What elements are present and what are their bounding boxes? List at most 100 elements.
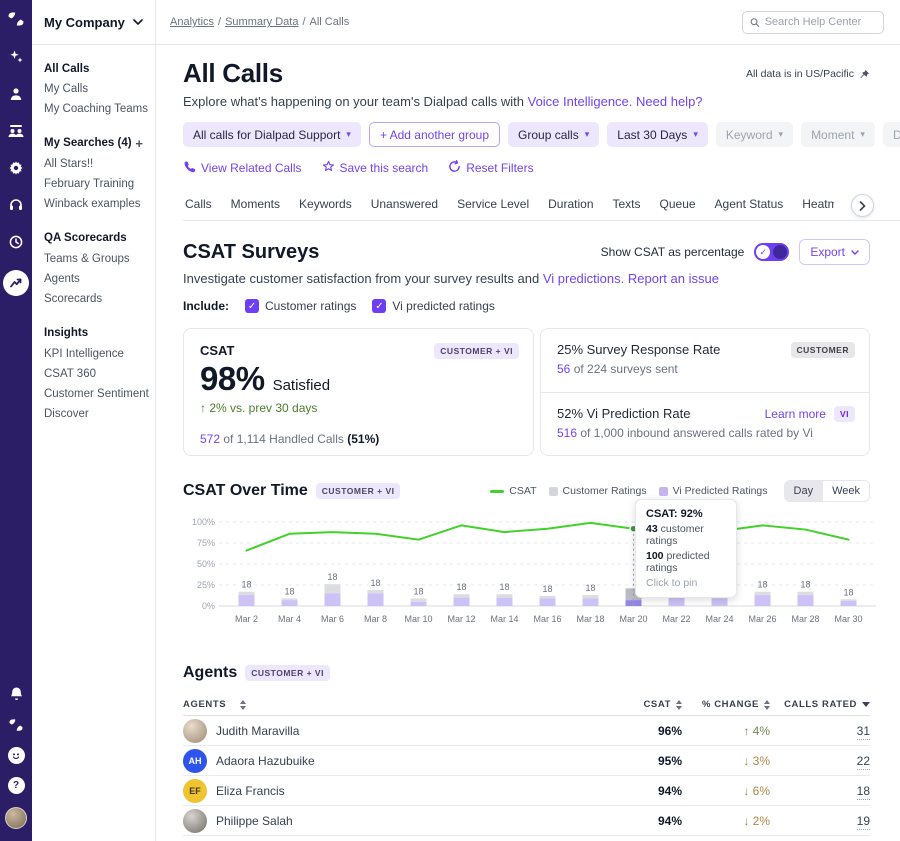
agent-calls-rated-link[interactable]: 31: [857, 724, 870, 740]
customer-vi-badge: CUSTOMER + VI: [434, 343, 519, 359]
company-selector[interactable]: My Company: [32, 0, 155, 45]
vi-predictions-link[interactable]: Vi predictions.: [543, 271, 624, 286]
gear-icon[interactable]: [7, 159, 25, 177]
agents-title: Agents: [183, 664, 237, 682]
svg-text:18: 18: [370, 578, 380, 588]
tab-unanswered[interactable]: Unanswered: [369, 193, 440, 220]
dialpad-logo-icon[interactable]: [7, 10, 25, 28]
csat-percentage-toggle[interactable]: ✓: [754, 243, 789, 261]
chevron-right-icon: [859, 201, 866, 211]
vi-rated-link[interactable]: 516: [557, 426, 577, 440]
person-icon[interactable]: [7, 85, 25, 103]
filter-chip-moment[interactable]: Moment▾: [801, 122, 875, 147]
tab-queue[interactable]: Queue: [658, 193, 698, 220]
analytics-icon[interactable]: [3, 270, 29, 296]
agent-row-philippe-salah[interactable]: Philippe Salah94%↓ 2%19: [183, 806, 870, 836]
need-help-link[interactable]: Need help?: [636, 94, 703, 109]
sidebar-item-my-calls[interactable]: My Calls: [44, 79, 143, 99]
agent-calls-rated-link[interactable]: 19: [857, 814, 870, 830]
surveys-link[interactable]: 56: [557, 362, 570, 376]
chart-canvas[interactable]: 0%25%50%75%100%18Mar 218Mar 418Mar 618Ma…: [177, 508, 882, 642]
breadcrumb-analytics[interactable]: Analytics: [170, 16, 214, 28]
column-header-agents[interactable]: AGENTS: [183, 699, 620, 710]
pin-icon[interactable]: [859, 69, 870, 80]
range-day-button[interactable]: Day: [785, 481, 823, 501]
export-button[interactable]: Export: [799, 239, 870, 265]
agent-row-eliza-francis[interactable]: EFEliza Francis94%↓ 6%18: [183, 776, 870, 806]
sidebar-item-my-coaching-teams[interactable]: My Coaching Teams: [44, 99, 143, 119]
sidebar-item-scorecards[interactable]: Scorecards: [44, 289, 143, 309]
range-week-button[interactable]: Week: [822, 481, 869, 501]
survey-response-rate: 25% Survey Response Rate 56 of 224 surve…: [541, 329, 869, 392]
sidebar-item-winback-examples[interactable]: Winback examples: [44, 194, 143, 214]
checkbox-customer-ratings[interactable]: ✓Customer ratings: [245, 299, 356, 313]
add-search-button[interactable]: +: [135, 133, 143, 154]
sidebar-item-all-calls[interactable]: All Calls: [44, 59, 143, 79]
filter-chip-keyword[interactable]: Keyword▾: [716, 122, 793, 147]
app-rail: ?: [0, 0, 32, 841]
headset-icon[interactable]: [7, 196, 25, 214]
filter-chip-group-calls[interactable]: Group calls▾: [508, 122, 599, 147]
tab-moments[interactable]: Moments: [229, 193, 282, 220]
sidebar-item-csat-360[interactable]: CSAT 360: [44, 364, 143, 384]
sidebar-item-discover[interactable]: Discover: [44, 404, 143, 424]
filter-chip-all-calls-for-dialpad-support[interactable]: All calls for Dialpad Support▾: [183, 122, 361, 147]
sidebar-nav: All CallsMy CallsMy Coaching TeamsMy Sea…: [32, 45, 155, 452]
agent-calls-rated-link[interactable]: 22: [857, 754, 870, 770]
agent-row-judith-maravilla[interactable]: Judith Maravilla96%↑ 4%31: [183, 716, 870, 746]
breadcrumb-summary-data[interactable]: Summary Data: [225, 16, 298, 28]
sidebar-item-customer-sentiment[interactable]: Customer Sentiment: [44, 384, 143, 404]
handled-calls-link[interactable]: 572: [200, 432, 220, 446]
tab-service-level[interactable]: Service Level: [455, 193, 531, 220]
search-input[interactable]: [765, 16, 876, 28]
filter-chip--add-another-group[interactable]: + Add another group: [369, 122, 500, 147]
reset-filters-link[interactable]: Reset Filters: [448, 160, 533, 176]
legend-csat[interactable]: CSAT: [490, 485, 536, 497]
bell-icon[interactable]: [7, 685, 25, 703]
view-related-calls-link[interactable]: View Related Calls: [183, 160, 302, 176]
page: ? My Company All CallsMy CallsMy Coachin…: [0, 0, 900, 841]
svg-text:18: 18: [499, 582, 509, 592]
save-this-search-link[interactable]: Save this search: [322, 160, 429, 176]
sidebar-item-kpi-intelligence[interactable]: KPI Intelligence: [44, 344, 143, 364]
smiley-icon[interactable]: [8, 747, 25, 764]
svg-text:Mar 14: Mar 14: [490, 614, 518, 624]
agent-row-adaora-hazubuike[interactable]: AHAdaora Hazubuike95%↓ 3%22: [183, 746, 870, 776]
learn-more-link[interactable]: Learn more: [765, 407, 826, 421]
filter-chip-duration[interactable]: Duration▾: [883, 122, 900, 147]
agent-change: ↓ 2%: [743, 814, 770, 828]
filter-chip-last-30-days[interactable]: Last 30 Days▾: [607, 122, 708, 147]
column-header--change[interactable]: % CHANGE: [682, 699, 770, 710]
legend-vi-predicted-ratings[interactable]: Vi Predicted Ratings: [659, 485, 768, 497]
sidebar-item-teams-groups[interactable]: Teams & Groups: [44, 249, 143, 269]
user-avatar[interactable]: [5, 807, 27, 829]
tab-calls[interactable]: Calls: [183, 193, 214, 220]
tab-heatmaps[interactable]: Heatmaps: [800, 193, 834, 220]
call-history-icon[interactable]: [7, 233, 25, 251]
report-issue-link[interactable]: Report an issue: [628, 271, 719, 286]
dialpad-mini-icon[interactable]: [7, 716, 25, 734]
tab-agent-status[interactable]: Agent Status: [713, 193, 786, 220]
tab-duration[interactable]: Duration: [546, 193, 595, 220]
csat-chart[interactable]: 0%25%50%75%100%18Mar 218Mar 418Mar 618Ma…: [177, 508, 870, 642]
column-header-calls-rated[interactable]: CALLS RATED: [770, 699, 870, 710]
toggle-check-icon: ✓: [756, 245, 770, 259]
tab-scroll-right-button[interactable]: [851, 194, 874, 217]
svg-text:Mar 2: Mar 2: [235, 614, 258, 624]
legend-customer-ratings[interactable]: Customer Ratings: [549, 485, 647, 497]
help-search[interactable]: [742, 11, 884, 34]
tab-texts[interactable]: Texts: [611, 193, 643, 220]
sidebar-item-all-stars-[interactable]: All Stars!!: [44, 154, 143, 174]
help-icon[interactable]: ?: [8, 777, 25, 794]
coaching-icon[interactable]: [7, 122, 25, 140]
agent-calls-rated-link[interactable]: 18: [857, 784, 870, 800]
svg-text:Mar 6: Mar 6: [321, 614, 344, 624]
column-header-csat[interactable]: CSAT: [620, 699, 682, 710]
voice-intelligence-link[interactable]: Voice Intelligence.: [528, 94, 633, 109]
tab-keywords[interactable]: Keywords: [297, 193, 354, 220]
sparkles-icon[interactable]: [7, 48, 25, 66]
svg-text:Mar 30: Mar 30: [834, 614, 862, 624]
sidebar-item-agents[interactable]: Agents: [44, 269, 143, 289]
sidebar-item-february-training[interactable]: February Training: [44, 174, 143, 194]
checkbox-vi-predicted-ratings[interactable]: ✓Vi predicted ratings: [372, 299, 495, 313]
